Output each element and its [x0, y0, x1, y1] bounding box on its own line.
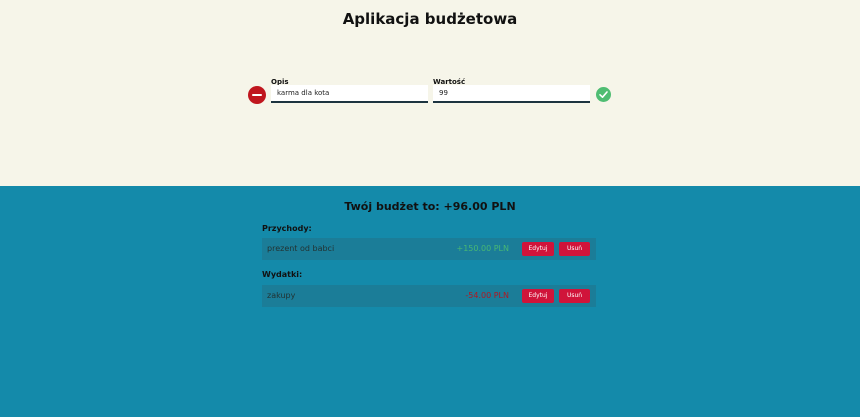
- income-delete-button[interactable]: Usuń: [559, 242, 590, 256]
- income-edit-button[interactable]: Edytuj: [522, 242, 554, 256]
- income-amount: +150.00 PLN: [456, 244, 509, 253]
- expense-description: zakupy: [267, 291, 296, 300]
- description-input[interactable]: [271, 85, 428, 103]
- check-icon[interactable]: [596, 87, 611, 102]
- entry-form: Opis Wartość: [0, 0, 860, 186]
- minus-icon[interactable]: [248, 86, 266, 104]
- entry-panel: Aplikacja budżetowa Opis Wartość: [0, 0, 860, 186]
- expense-delete-button[interactable]: Usuń: [559, 289, 590, 303]
- checkmark-glyph: [599, 91, 608, 98]
- value-input[interactable]: [433, 85, 590, 103]
- income-heading: Przychody:: [262, 224, 312, 233]
- expense-row: zakupy -54.00 PLN Edytuj Usuń: [262, 285, 596, 307]
- expense-amount: -54.00 PLN: [465, 291, 509, 300]
- expenses-heading: Wydatki:: [262, 270, 303, 279]
- budget-total: Twój budżet to: +96.00 PLN: [344, 200, 516, 213]
- income-description: prezent od babci: [267, 244, 335, 253]
- income-row: prezent od babci +150.00 PLN Edytuj Usuń: [262, 238, 596, 260]
- expense-edit-button[interactable]: Edytuj: [522, 289, 554, 303]
